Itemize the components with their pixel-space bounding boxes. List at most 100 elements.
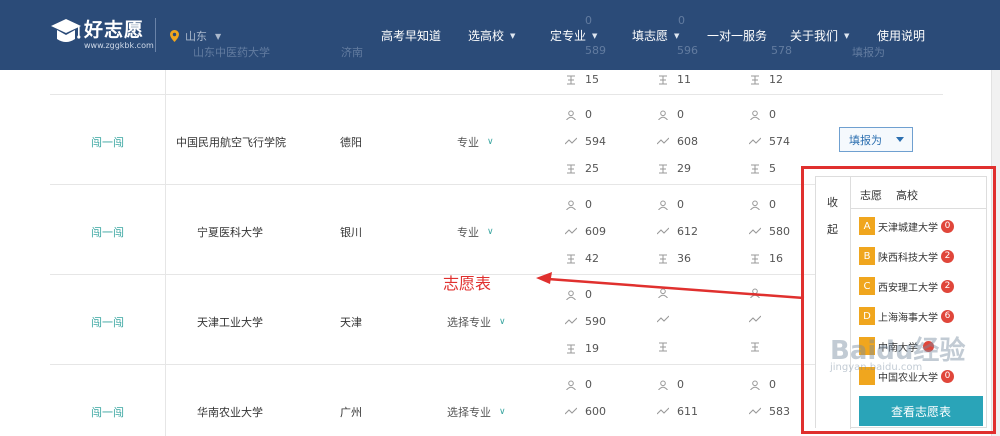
person-icon	[658, 110, 668, 120]
trend-icon	[749, 315, 761, 323]
trend-icon	[657, 315, 669, 323]
stat-value: 0	[657, 198, 684, 211]
stat-value: 0	[565, 198, 592, 211]
ghost-button: 填报为	[852, 46, 885, 59]
stat-value: 0	[657, 378, 684, 391]
stat-rank: 12	[749, 73, 783, 86]
location-selector[interactable]: 山东 ▼	[170, 28, 221, 44]
try-link[interactable]: 闯一闯	[91, 224, 124, 240]
annotation-label: 志愿表	[443, 274, 492, 293]
city-name: 广州	[340, 406, 362, 419]
ghost-zero: 0	[678, 14, 685, 27]
person-icon	[750, 380, 760, 390]
major-selector[interactable]: 专业 ∨	[457, 224, 494, 240]
level-icon	[659, 342, 667, 352]
stat-value: 5	[749, 162, 776, 175]
stat-value: 0	[565, 378, 592, 391]
row-divider	[50, 94, 943, 95]
chevron-down-icon: ▼	[844, 31, 850, 40]
site-logo[interactable]: 好志愿 www.zggkbk.com	[50, 15, 154, 55]
ghost-zero: 0	[585, 14, 592, 27]
trend-icon	[657, 137, 669, 144]
try-link[interactable]: 闯一闯	[91, 314, 124, 330]
chevron-down-icon: ▼	[592, 31, 598, 40]
brand-name: 好志愿	[84, 19, 145, 41]
university-name[interactable]: 宁夏医科大学	[197, 224, 263, 240]
stat-rank: 15	[565, 73, 599, 86]
major-selector[interactable]: 专业 ∨	[457, 134, 494, 150]
nav-label: 定专业	[550, 29, 587, 43]
major-label: 选择专业	[447, 316, 491, 329]
stat-value: 609	[565, 225, 606, 238]
nav-choose-major[interactable]: 定专业 ▼	[550, 27, 597, 44]
major-selector[interactable]: 选择专业 ∨	[447, 314, 506, 330]
nav-label: 一对一服务	[707, 29, 768, 43]
level-icon	[751, 342, 759, 352]
top-navigation-bar: 好志愿 www.zggkbk.com 山东 ▼ 高考早知道 选高校 ▼ 定专业 ▼ …	[0, 0, 1000, 70]
stat-value: 611	[657, 405, 698, 418]
city-name: 天津	[340, 316, 362, 329]
university-name[interactable]: 华南农业大学	[197, 404, 263, 420]
person-icon	[750, 200, 760, 210]
stat-value	[657, 342, 677, 352]
stat-value: 36	[657, 252, 691, 265]
nav-gaokao-info[interactable]: 高考早知道	[381, 27, 441, 44]
level-icon	[567, 164, 575, 173]
brand-domain: www.zggkbk.com	[84, 41, 154, 50]
level-icon	[751, 75, 759, 84]
major-selector[interactable]: 选择专业 ∨	[447, 404, 506, 420]
nav-label: 关于我们	[790, 29, 839, 43]
chevron-down-icon: ∨	[487, 137, 494, 147]
nav-instructions[interactable]: 使用说明	[877, 27, 925, 44]
ghost-city: 济南	[341, 46, 363, 59]
nav-one-on-one[interactable]: 一对一服务	[707, 27, 767, 44]
annotation-arrow-icon	[536, 272, 805, 300]
nav-fill-application[interactable]: 填志愿 ▼	[632, 27, 679, 44]
stat-value	[749, 315, 769, 325]
trend-icon	[749, 227, 761, 234]
nav-label: 使用说明	[877, 29, 926, 43]
ghost-score: 578	[771, 44, 792, 57]
stat-value: 16	[749, 252, 783, 265]
stat-value: 580	[749, 225, 790, 238]
fill-as-dropdown-button[interactable]: 填报为	[839, 127, 913, 152]
stat-value: 583	[749, 405, 790, 418]
chevron-down-icon: ▼	[510, 31, 516, 40]
stat-value: 29	[657, 162, 691, 175]
university-name[interactable]: 天津工业大学	[197, 314, 263, 330]
city-name: 德阳	[340, 136, 362, 149]
stat-value: 594	[565, 135, 606, 148]
ghost-university: 山东中医药大学	[193, 46, 270, 59]
person-icon	[566, 110, 576, 120]
university-name[interactable]: 中国民用航空飞行学院	[176, 134, 286, 150]
trend-icon	[565, 227, 577, 234]
try-link[interactable]: 闯一闯	[91, 404, 124, 420]
trend-icon	[565, 407, 577, 414]
stat-value: 25	[565, 162, 599, 175]
person-icon	[658, 200, 668, 210]
stat-value: 0	[749, 378, 776, 391]
chevron-down-icon: ▼	[215, 31, 222, 41]
location-pin-icon	[170, 30, 179, 42]
stat-rank: 11	[657, 73, 691, 86]
graduation-cap-icon	[51, 19, 81, 42]
nav-choose-school[interactable]: 选高校 ▼	[468, 27, 515, 44]
nav-label: 填志愿	[632, 29, 669, 43]
chevron-down-icon: ∨	[487, 227, 494, 237]
location-label: 山东	[185, 30, 207, 43]
stat-value: 0	[749, 198, 776, 211]
person-icon	[658, 380, 668, 390]
nav-about-us[interactable]: 关于我们 ▼	[790, 27, 849, 44]
baidu-watermark-url: jingyan.baidu.com	[830, 362, 923, 373]
level-icon	[659, 164, 667, 173]
chevron-down-icon: ∨	[499, 317, 506, 327]
trend-icon	[565, 137, 577, 144]
person-icon	[566, 200, 576, 210]
caret-down-icon	[896, 137, 904, 142]
trend-icon	[749, 407, 761, 414]
major-label: 选择专业	[447, 406, 491, 419]
stat-value: 608	[657, 135, 698, 148]
try-link[interactable]: 闯一闯	[91, 134, 124, 150]
header-divider	[155, 18, 156, 52]
trend-icon	[749, 137, 761, 144]
